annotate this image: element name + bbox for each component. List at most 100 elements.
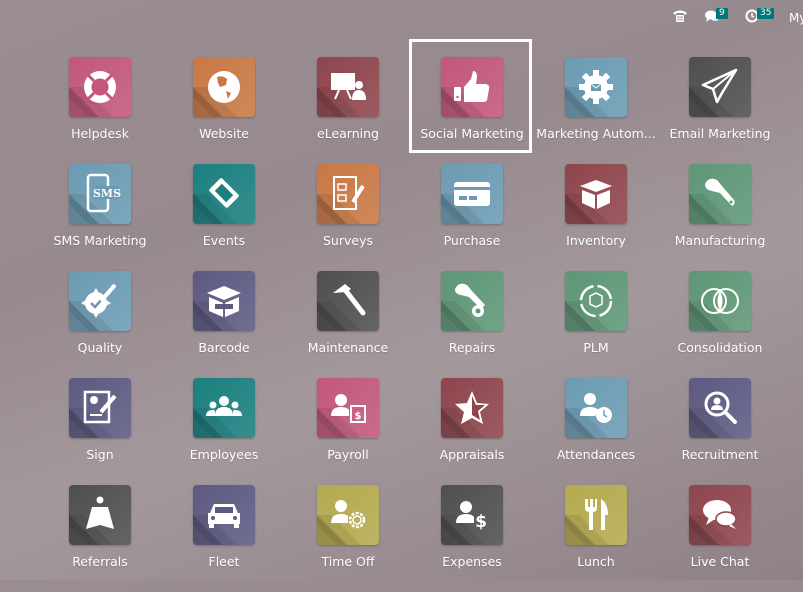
barcode-box-icon <box>193 271 255 331</box>
app-barcode[interactable]: Barcode <box>162 271 286 378</box>
app-tile <box>317 164 379 224</box>
wrench-gear-icon <box>441 271 503 331</box>
person-search-icon <box>689 378 751 438</box>
app-label: Appraisals <box>439 447 505 462</box>
app-time-off[interactable]: Time Off <box>286 485 410 592</box>
app-plm[interactable]: PLM <box>534 271 658 378</box>
app-manufacturing[interactable]: Manufacturing <box>658 164 782 271</box>
user-menu[interactable]: My <box>789 11 803 25</box>
fork-knife-icon <box>565 485 627 545</box>
svg-text:SMS: SMS <box>93 187 121 200</box>
person-sun-icon <box>317 485 379 545</box>
app-repairs[interactable]: Repairs <box>410 271 534 378</box>
app-purchase[interactable]: Purchase <box>410 164 534 271</box>
app-tile <box>565 164 627 224</box>
app-email-marketing[interactable]: Email Marketing <box>658 57 782 164</box>
app-label: Helpdesk <box>71 126 129 141</box>
app-website[interactable]: Website <box>162 57 286 164</box>
app-quality[interactable]: Quality <box>38 271 162 378</box>
app-label: Website <box>199 126 249 141</box>
app-elearning[interactable]: eLearning <box>286 57 410 164</box>
app-tile <box>689 378 751 438</box>
selected-app-highlight <box>409 39 532 153</box>
sms-phone-icon: SMS <box>69 164 131 224</box>
app-label: Email Marketing <box>669 126 771 141</box>
app-label: PLM <box>583 340 609 355</box>
globe-icon <box>193 57 255 117</box>
app-label: SMS Marketing <box>53 233 147 248</box>
app-label: Repairs <box>448 340 496 355</box>
app-label: Events <box>202 233 246 248</box>
app-sign[interactable]: Sign <box>38 378 162 485</box>
app-label: Marketing Autom... <box>536 126 656 141</box>
badge-pencil-icon <box>69 271 131 331</box>
app-lunch[interactable]: Lunch <box>534 485 658 592</box>
app-surveys[interactable]: Surveys <box>286 164 410 271</box>
app-tile <box>689 57 751 117</box>
messages-count-badge: 9 <box>716 8 728 19</box>
app-label: Quality <box>77 340 123 355</box>
car-icon <box>193 485 255 545</box>
app-tile <box>69 378 131 438</box>
open-box-icon <box>565 164 627 224</box>
app-tile <box>317 485 379 545</box>
activities-count-badge: 35 <box>757 8 775 19</box>
app-referrals[interactable]: Referrals <box>38 485 162 592</box>
app-label: Payroll <box>327 447 369 462</box>
app-tile <box>441 164 503 224</box>
person-calendar-dollar-icon: $ <box>317 378 379 438</box>
app-label: Maintenance <box>307 340 389 355</box>
app-label: Lunch <box>577 554 615 569</box>
app-tile <box>69 57 131 117</box>
app-helpdesk[interactable]: Helpdesk <box>38 57 162 164</box>
app-label: Barcode <box>198 340 250 355</box>
app-label: Expenses <box>442 554 502 569</box>
app-inventory[interactable]: Inventory <box>534 164 658 271</box>
credit-card-icon <box>441 164 503 224</box>
app-tile <box>193 485 255 545</box>
app-marketing-autom[interactable]: Marketing Autom... <box>534 57 658 164</box>
app-events[interactable]: Events <box>162 164 286 271</box>
hero-icon <box>69 485 131 545</box>
person-clock-icon <box>565 378 627 438</box>
document-sign-icon <box>69 378 131 438</box>
app-label: Inventory <box>566 233 626 248</box>
app-expenses[interactable]: $ Expenses <box>410 485 534 592</box>
app-tile <box>317 271 379 331</box>
app-label: Fleet <box>208 554 240 569</box>
app-tile <box>69 485 131 545</box>
app-tile <box>193 271 255 331</box>
app-sms-marketing[interactable]: SMS SMS Marketing <box>38 164 162 271</box>
app-tile <box>69 271 131 331</box>
app-label: eLearning <box>317 126 379 141</box>
app-label: Employees <box>189 447 259 462</box>
app-fleet[interactable]: Fleet <box>162 485 286 592</box>
app-recruitment[interactable]: Recruitment <box>658 378 782 485</box>
phone-button[interactable] <box>672 9 688 23</box>
app-label: Referrals <box>72 554 128 569</box>
presentation-icon <box>317 57 379 117</box>
person-dollar-icon: $ <box>441 485 503 545</box>
app-label: Attendances <box>556 447 636 462</box>
app-maintenance[interactable]: Maintenance <box>286 271 410 378</box>
app-tile <box>441 378 503 438</box>
app-tile <box>317 57 379 117</box>
wrench-icon <box>689 164 751 224</box>
phone-icon <box>673 10 687 22</box>
cycle-box-icon <box>565 271 627 331</box>
messages-button[interactable]: 9 <box>704 8 728 23</box>
hammer-icon <box>317 271 379 331</box>
activities-button[interactable]: 35 <box>745 8 775 23</box>
app-appraisals[interactable]: Appraisals <box>410 378 534 485</box>
app-consolidation[interactable]: Consolidation <box>658 271 782 378</box>
app-live-chat[interactable]: Live Chat <box>658 485 782 592</box>
app-tile: SMS <box>69 164 131 224</box>
app-attendances[interactable]: Attendances <box>534 378 658 485</box>
app-tile <box>193 164 255 224</box>
app-employees[interactable]: Employees <box>162 378 286 485</box>
app-payroll[interactable]: $ Payroll <box>286 378 410 485</box>
app-tile <box>565 271 627 331</box>
app-tile <box>565 57 627 117</box>
app-tile <box>565 485 627 545</box>
app-label: Sign <box>86 447 114 462</box>
